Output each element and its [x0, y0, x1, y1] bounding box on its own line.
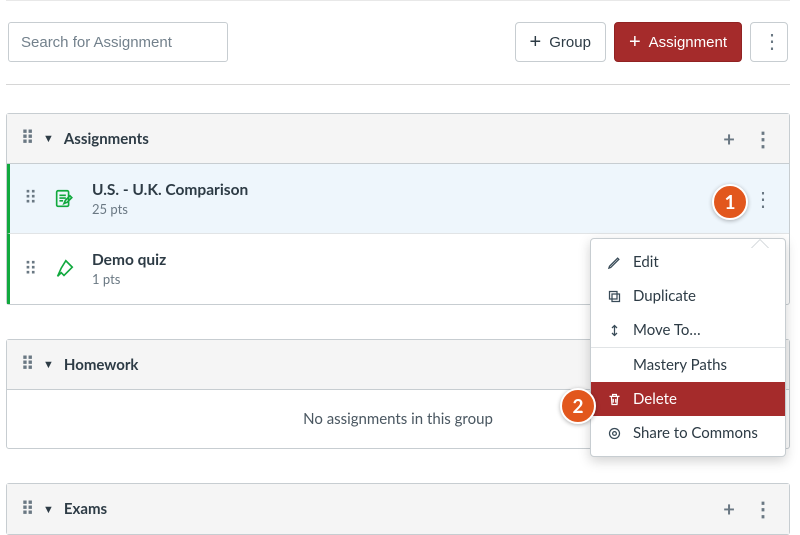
add-group-label: Group [549, 34, 591, 51]
row-more-button[interactable] [751, 187, 775, 211]
group-title: Homework [64, 356, 139, 374]
menu-share-commons[interactable]: Share to Commons [591, 416, 785, 450]
group-more-button[interactable] [751, 497, 775, 521]
kebab-icon [762, 32, 776, 52]
assignment-title: Demo quiz [92, 251, 166, 269]
group-header[interactable]: ▼ Exams [7, 484, 789, 534]
move-icon [605, 323, 623, 338]
search-input[interactable] [8, 22, 228, 62]
group-title: Exams [64, 500, 107, 518]
menu-label: Move To… [633, 321, 701, 339]
assignment-points: 25 pts [92, 201, 248, 217]
group-title: Assignments [64, 130, 149, 148]
drag-handle-icon[interactable] [24, 195, 36, 202]
caret-down-icon: ▼ [43, 132, 54, 145]
pencil-icon [605, 255, 623, 270]
trash-icon [605, 392, 623, 407]
menu-label: Delete [633, 390, 677, 408]
group-exams: ▼ Exams [6, 483, 790, 535]
duplicate-icon [605, 289, 623, 304]
callout-badge-2: 2 [560, 388, 596, 424]
menu-delete[interactable]: Delete [591, 382, 785, 416]
menu-label: Edit [633, 253, 659, 271]
assignment-icon [50, 188, 78, 210]
toolbar-more-button[interactable] [750, 22, 788, 62]
add-assignment-button[interactable]: Assignment [614, 22, 742, 62]
menu-label: Share to Commons [633, 424, 758, 442]
menu-label: Mastery Paths [633, 356, 727, 374]
group-add-button[interactable] [717, 127, 741, 151]
context-menu: Edit Duplicate Move To… Mastery Paths De… [590, 238, 786, 457]
drag-handle-icon[interactable] [21, 361, 33, 368]
toolbar: Group Assignment [6, 22, 790, 85]
menu-duplicate[interactable]: Duplicate [591, 279, 785, 313]
assignment-title: U.S. - U.K. Comparison [92, 181, 248, 199]
callout-badge-1: 1 [712, 184, 748, 220]
add-assignment-label: Assignment [649, 34, 727, 51]
quiz-icon [50, 258, 78, 280]
menu-move-to[interactable]: Move To… [591, 313, 785, 347]
drag-handle-icon[interactable] [21, 135, 33, 142]
menu-mastery-paths[interactable]: Mastery Paths [591, 347, 785, 382]
caret-down-icon: ▼ [43, 358, 54, 371]
menu-label: Duplicate [633, 287, 696, 305]
group-more-button[interactable] [751, 127, 775, 151]
caret-down-icon: ▼ [43, 503, 54, 516]
plus-icon [530, 32, 542, 52]
assignment-points: 1 pts [92, 271, 166, 287]
drag-handle-icon[interactable] [24, 266, 36, 273]
assignment-row[interactable]: U.S. - U.K. Comparison 25 pts [7, 164, 789, 234]
add-group-button[interactable]: Group [515, 22, 606, 62]
group-add-button[interactable] [717, 497, 741, 521]
menu-edit[interactable]: Edit [591, 245, 785, 279]
commons-icon [605, 426, 623, 441]
group-header[interactable]: ▼ Assignments [7, 114, 789, 164]
plus-icon [629, 32, 641, 52]
drag-handle-icon[interactable] [21, 506, 33, 513]
